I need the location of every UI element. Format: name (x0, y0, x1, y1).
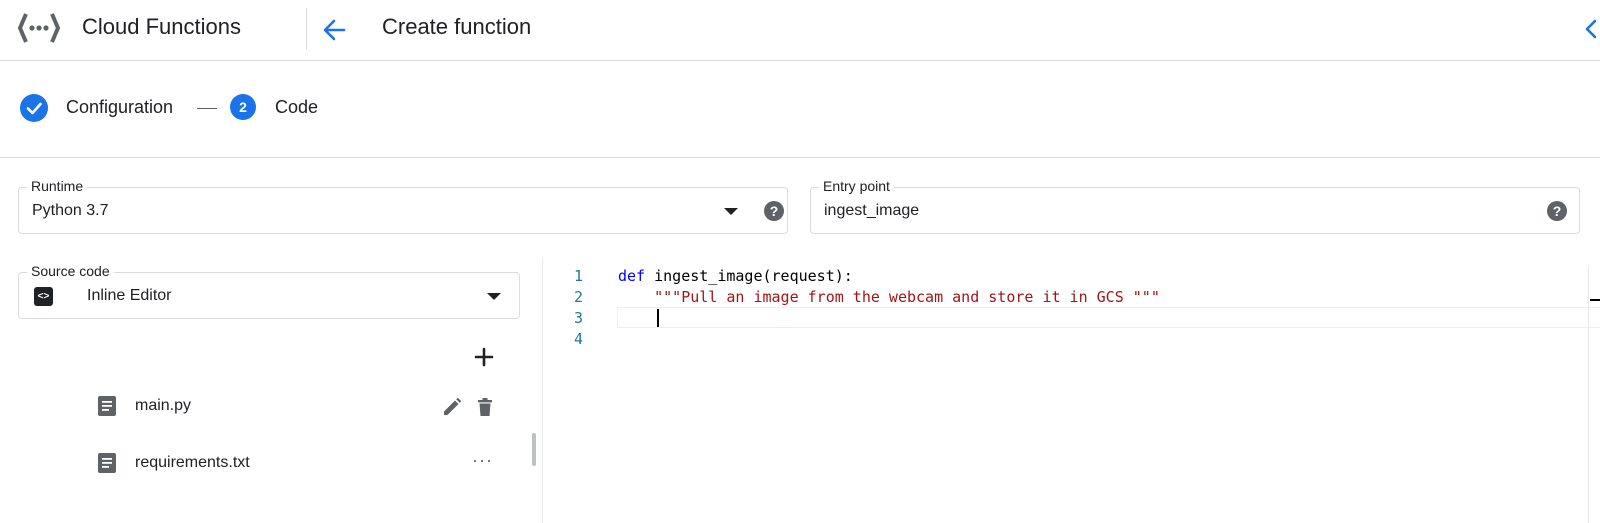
file-name: main.py (135, 397, 192, 414)
file-row-requirements-txt[interactable]: requirements.txt ··· (0, 444, 540, 484)
entry-point-value: ingest_image (824, 202, 920, 219)
chevron-down-icon[interactable] (487, 293, 501, 300)
line-number: 4 (573, 330, 583, 348)
chevron-down-icon[interactable] (724, 208, 738, 215)
entry-point-label: Entry point (819, 178, 894, 194)
pencil-icon[interactable] (440, 395, 464, 419)
code-text: ingest_image(request): (645, 267, 853, 285)
help-icon[interactable]: ? (1547, 201, 1567, 221)
code-line-1[interactable]: def ingest_image(request): (618, 266, 853, 287)
step-configuration[interactable]: Configuration (66, 97, 173, 118)
source-code-value: Inline Editor (87, 287, 172, 304)
stepper: Configuration 2 Code (0, 61, 1600, 158)
text-cursor (657, 309, 659, 327)
file-name: requirements.txt (135, 454, 250, 471)
top-bar: Cloud Functions Create function (0, 0, 1600, 61)
cloud-functions-logo-icon (18, 13, 60, 43)
more-options-icon[interactable]: ··· (472, 451, 496, 476)
inline-editor-icon: <> (34, 287, 53, 306)
document-icon (98, 396, 116, 416)
step-number-badge: 2 (230, 94, 256, 120)
runtime-value: Python 3.7 (32, 202, 109, 219)
line-number: 1 (573, 267, 583, 285)
step-separator (197, 108, 217, 109)
file-tree-scrollbar[interactable] (532, 433, 536, 466)
entry-point-field[interactable]: Entry point ingest_image ? (810, 178, 1580, 234)
document-icon (98, 453, 116, 473)
runtime-label: Runtime (27, 178, 88, 194)
page-title: Create function (382, 14, 532, 39)
editor-scrollbar[interactable] (1588, 266, 1600, 523)
step-complete-check-icon (20, 94, 48, 122)
source-code-select[interactable]: Source code <> Inline Editor (18, 263, 520, 319)
back-arrow-icon[interactable] (318, 14, 350, 46)
help-icon[interactable]: ? (764, 201, 784, 221)
runtime-select[interactable]: Runtime Python 3.7 ? (18, 178, 788, 234)
add-file-icon[interactable] (472, 345, 496, 369)
code-keyword: def (618, 267, 646, 285)
code-string: """Pull an image from the webcam and sto… (654, 288, 1160, 306)
app-title: Cloud Functions (82, 14, 241, 39)
collapse-panel-icon[interactable] (1582, 18, 1600, 40)
code-line-2[interactable]: """Pull an image from the webcam and sto… (618, 287, 1160, 308)
header-divider (306, 8, 307, 50)
line-number: 2 (573, 288, 583, 306)
source-code-label: Source code (27, 263, 114, 279)
scrollbar-cursor-marker (1590, 299, 1600, 301)
step-code[interactable]: Code (275, 97, 318, 118)
current-line-highlight (617, 307, 1600, 328)
line-number: 3 (573, 309, 583, 327)
file-row-main-py[interactable]: main.py (0, 387, 540, 427)
code-editor[interactable]: 1 2 3 4 def ingest_image(request): """Pu… (542, 258, 1600, 523)
trash-icon[interactable] (473, 395, 497, 419)
